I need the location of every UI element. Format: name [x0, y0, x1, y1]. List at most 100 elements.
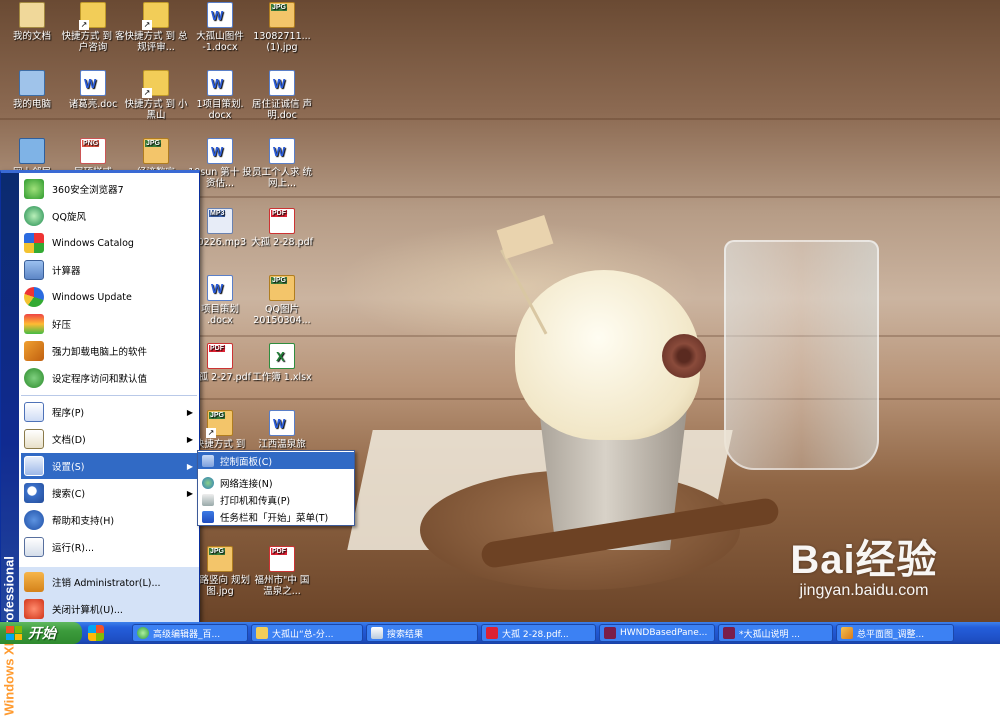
- menu-item-settings[interactable]: 设置(S) ▶: [21, 453, 199, 479]
- task-pdf[interactable]: 大孤 2-28.pdf...: [481, 624, 596, 642]
- menu-item-360-browser[interactable]: 360安全浏览器7: [21, 176, 199, 202]
- desktop-icon-dagushan-docx[interactable]: 大孤山图件 -1.docx: [188, 2, 252, 53]
- submenu-item-taskbar[interactable]: 任务栏和「开始」菜单(T): [198, 508, 354, 525]
- menu-item-run[interactable]: 运行(R)...: [21, 534, 199, 560]
- power-icon: [24, 599, 44, 619]
- indesign-icon: [604, 627, 616, 639]
- desktop-icon-qq-image[interactable]: QQ图片 20150304...: [250, 275, 314, 326]
- banner-brand: Windows XP: [1, 637, 17, 716]
- folder-shortcut-icon: [142, 2, 169, 30]
- jpg-file-icon: [206, 410, 233, 438]
- windows-flag-icon[interactable]: [88, 625, 104, 641]
- search-icon: [24, 483, 44, 503]
- start-button[interactable]: 开始: [0, 622, 82, 644]
- network-connections-icon: [202, 476, 214, 489]
- windows-catalog-icon: [24, 233, 44, 253]
- settings-submenu: 控制面板(C) 网络连接(N) 打印机和传真(P) 任务栏和「开始」菜单(T): [197, 450, 355, 526]
- 360-browser-icon: [24, 179, 44, 199]
- jpg-file-icon: [143, 138, 169, 164]
- desktop-icon-employee[interactable]: 员工个人求 统网上...: [250, 138, 314, 189]
- menu-item-windows-update[interactable]: Windows Update: [21, 284, 199, 310]
- network-places-icon: [19, 138, 45, 164]
- jpg-file-icon: [269, 275, 295, 301]
- desktop-icon-jpg-1308[interactable]: 13082711... (1).jpg: [250, 2, 314, 53]
- shutdown-button[interactable]: 关闭计算机(U)...: [21, 596, 199, 622]
- menu-item-programs[interactable]: 程序(P) ▶: [21, 399, 199, 425]
- desktop-icon-project-plan-1[interactable]: 1项目策划. docx: [188, 70, 252, 121]
- taskbar: 开始 高级编辑器_百... 大孤山“总-分... 搜索结果 大孤 2-28.pd…: [0, 622, 1000, 644]
- wallpaper-glass: [724, 240, 879, 470]
- menu-separator: [21, 395, 197, 396]
- desktop-icon-my-documents[interactable]: 我的文档: [0, 2, 64, 42]
- desktop-icon-zhugeliang[interactable]: 诸葛亮.doc: [61, 70, 125, 110]
- pdf-file-icon: [207, 343, 233, 369]
- submenu-item-control-panel[interactable]: 控制面板(C): [198, 452, 354, 469]
- menu-item-qq-whirlwind[interactable]: QQ旋风: [21, 203, 199, 229]
- watermark-logo: Bai经验: [790, 538, 938, 582]
- task-hwnd-pane[interactable]: HWNDBasedPane...: [599, 624, 715, 642]
- programs-icon: [24, 402, 44, 422]
- pdf-file-icon: [269, 208, 295, 234]
- desktop-icon-jiangxi[interactable]: 江西温泉旅: [250, 410, 314, 450]
- menu-item-documents[interactable]: 文档(D) ▶: [21, 426, 199, 452]
- uninstall-icon: [24, 341, 44, 361]
- task-search-results[interactable]: 搜索结果: [366, 624, 478, 642]
- desktop-icon-fuzhou[interactable]: 福州市"中 国温泉之...: [250, 546, 314, 597]
- folder-shortcut-icon: [142, 70, 169, 98]
- submenu-item-printers[interactable]: 打印机和传真(P): [198, 491, 354, 508]
- desktop-icon-client-consult[interactable]: 快捷方式 到 客户咨询: [61, 2, 125, 53]
- menu-item-haozip[interactable]: 好压: [21, 311, 199, 337]
- qq-whirlwind-icon: [24, 206, 44, 226]
- menu-item-windows-catalog[interactable]: Windows Catalog: [21, 230, 199, 256]
- menu-item-calculator[interactable]: 计算器: [21, 257, 199, 283]
- desktop-icon-review[interactable]: 快捷方式 到 总规评审...: [124, 2, 188, 53]
- quick-launch: [88, 624, 126, 642]
- control-panel-icon: [202, 454, 214, 467]
- start-menu: Windows XP Professional 360安全浏览器7 QQ旋风 W…: [0, 170, 200, 716]
- submenu-arrow-icon: ▶: [186, 461, 193, 471]
- documents-icon: [24, 429, 44, 449]
- settings-icon: [24, 456, 44, 476]
- word-document-icon: [269, 70, 295, 96]
- help-icon: [24, 510, 44, 530]
- pdf-icon: [486, 627, 498, 639]
- word-document-icon: [80, 70, 106, 96]
- task-dagushan-notes[interactable]: *大孤山说明 ...: [718, 624, 833, 642]
- desktop-icon-residence-letter[interactable]: 居住证诚信 声明.doc: [250, 70, 314, 121]
- logoff-icon: [24, 572, 44, 592]
- word-document-icon: [207, 138, 233, 164]
- desktop-icon-xiaoheishan[interactable]: 快捷方式 到 小黑山: [124, 70, 188, 121]
- search-results-icon: [371, 627, 383, 639]
- run-icon: [24, 537, 44, 557]
- submenu-arrow-icon: ▶: [186, 434, 193, 444]
- task-master-plan[interactable]: 总平面图_调整...: [836, 624, 954, 642]
- word-document-icon: [207, 275, 233, 301]
- jpg-file-icon: [207, 546, 233, 572]
- word-document-icon: [269, 138, 295, 164]
- png-file-icon: [80, 138, 106, 164]
- indesign-icon: [723, 627, 735, 639]
- windows-update-icon: [24, 287, 44, 307]
- task-advanced-editor[interactable]: 高级编辑器_百...: [132, 624, 248, 642]
- my-computer-icon: [19, 70, 45, 96]
- submenu-item-network-connections[interactable]: 网络连接(N): [198, 474, 354, 491]
- menu-item-search[interactable]: 搜索(C) ▶: [21, 480, 199, 506]
- haozip-icon: [24, 314, 44, 334]
- word-document-icon: [269, 410, 295, 436]
- menu-item-uninstall[interactable]: 强力卸载电脑上的软件: [21, 338, 199, 364]
- task-dagushan-folder[interactable]: 大孤山“总-分...: [251, 624, 363, 642]
- taskbar-icon: [202, 510, 214, 523]
- desktop-icon-my-computer[interactable]: 我的电脑: [0, 70, 64, 110]
- word-document-icon: [207, 70, 233, 96]
- menu-item-help[interactable]: 帮助和支持(H): [21, 507, 199, 533]
- excel-file-icon: [269, 343, 295, 369]
- my-documents-icon: [19, 2, 45, 28]
- folder-shortcut-icon: [79, 2, 106, 30]
- desktop-icon-workbook[interactable]: 工作簿 1.xlsx: [250, 343, 314, 383]
- desktop-icon-pdf-228[interactable]: 大孤 2-28.pdf: [250, 208, 314, 248]
- submenu-arrow-icon: ▶: [186, 407, 193, 417]
- windows-logo-icon: [6, 626, 22, 640]
- pdf-file-icon: [269, 546, 295, 572]
- menu-item-program-access[interactable]: 设定程序访问和默认值: [21, 365, 199, 391]
- logoff-button[interactable]: 注销 Administrator(L)...: [21, 569, 199, 595]
